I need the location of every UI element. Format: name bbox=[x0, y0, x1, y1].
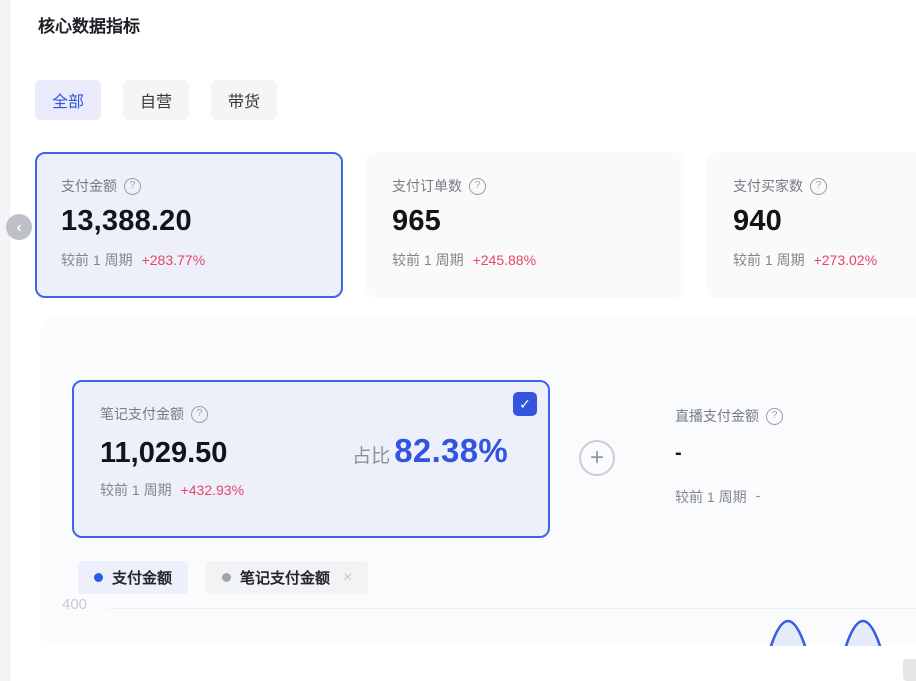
compare-label: 较前 1 周期 bbox=[392, 250, 464, 270]
floating-widget-edge[interactable] bbox=[903, 659, 916, 681]
metric-value: 940 bbox=[733, 205, 916, 238]
metric-label: 支付买家数 bbox=[733, 176, 803, 196]
metric-card-payment-orders[interactable]: 支付订单数 ? 965 较前 1 周期 +245.88% bbox=[366, 152, 684, 298]
compare-label: 较前 1 周期 bbox=[61, 250, 133, 270]
metric-card-payment-buyers[interactable]: 支付买家数 ? 940 较前 1 周期 +273.02% bbox=[707, 152, 916, 298]
breakdown-card-note-payment[interactable]: ✓ 笔记支付金额 ? 11,029.50 占比 82.38% 较前 1 周期 +… bbox=[72, 380, 550, 538]
compare-label: 较前 1 周期 bbox=[675, 487, 747, 507]
chart-legend: 支付金额 笔记支付金额 × bbox=[78, 561, 368, 594]
breakdown-value-row: 11,029.50 占比 82.38% bbox=[100, 432, 548, 470]
metric-label: 支付金额 bbox=[61, 176, 117, 196]
metric-value: 965 bbox=[392, 205, 682, 238]
add-metric-button[interactable]: + bbox=[579, 440, 615, 476]
metric-compare-row: 较前 1 周期 +245.88% bbox=[392, 250, 682, 270]
metric-label-row: 支付买家数 ? bbox=[733, 176, 916, 196]
tab-self-operated[interactable]: 自营 bbox=[123, 80, 189, 120]
compare-label: 较前 1 周期 bbox=[733, 250, 805, 270]
tab-all[interactable]: 全部 bbox=[35, 80, 101, 120]
plus-icon: + bbox=[590, 446, 604, 470]
chevron-left-icon: ‹ bbox=[17, 219, 22, 236]
metric-label-row: 支付订单数 ? bbox=[392, 176, 682, 196]
change-value: +432.93% bbox=[181, 482, 244, 498]
metric-value: 13,388.20 bbox=[61, 205, 341, 238]
carousel-prev-button[interactable]: ‹ bbox=[6, 214, 32, 240]
breakdown-value: - bbox=[675, 442, 915, 465]
scope-tabs: 全部 自营 带货 bbox=[35, 80, 277, 120]
metric-compare-row: 较前 1 周期 +283.77% bbox=[61, 250, 341, 270]
compare-label: 较前 1 周期 bbox=[100, 480, 172, 500]
help-icon[interactable]: ? bbox=[766, 408, 783, 425]
page-title: 核心数据指标 bbox=[38, 12, 140, 37]
breakdown-label: 直播支付金额 bbox=[675, 406, 759, 426]
metric-compare-row: 较前 1 周期 +273.02% bbox=[733, 250, 916, 270]
change-value: - bbox=[756, 487, 761, 507]
chart-gridline bbox=[108, 608, 916, 609]
y-axis-tick-400: 400 bbox=[62, 596, 87, 613]
checkbox-checked[interactable]: ✓ bbox=[513, 392, 537, 416]
check-icon: ✓ bbox=[519, 396, 531, 413]
legend-label: 支付金额 bbox=[112, 567, 172, 588]
breakdown-compare-row: 较前 1 周期 +432.93% bbox=[100, 480, 548, 500]
legend-item-note-payment-amount[interactable]: 笔记支付金额 × bbox=[206, 561, 368, 594]
metric-label-row: 支付金额 ? bbox=[61, 176, 341, 196]
breakdown-label: 笔记支付金额 bbox=[100, 404, 184, 424]
legend-dot-icon bbox=[222, 573, 231, 582]
breakdown-compare-row: 较前 1 周期 - bbox=[675, 487, 915, 507]
page-left-divider bbox=[0, 0, 10, 681]
help-icon[interactable]: ? bbox=[810, 178, 827, 195]
close-icon[interactable]: × bbox=[343, 569, 352, 587]
legend-dot-icon bbox=[94, 573, 103, 582]
help-icon[interactable]: ? bbox=[469, 178, 486, 195]
breakdown-card-live-payment[interactable]: 直播支付金额 ? - 较前 1 周期 - bbox=[655, 380, 915, 538]
share-label: 占比 bbox=[352, 441, 390, 468]
metric-label: 支付订单数 bbox=[392, 176, 462, 196]
legend-item-payment-amount[interactable]: 支付金额 bbox=[78, 561, 188, 594]
change-value: +245.88% bbox=[473, 252, 536, 268]
help-icon[interactable]: ? bbox=[191, 406, 208, 423]
share-value: 82.38% bbox=[394, 432, 508, 470]
help-icon[interactable]: ? bbox=[124, 178, 141, 195]
change-value: +273.02% bbox=[814, 252, 877, 268]
breakdown-value: 11,029.50 bbox=[100, 437, 227, 470]
breakdown-label-row: 直播支付金额 ? bbox=[675, 406, 915, 426]
tab-affiliate[interactable]: 带货 bbox=[211, 80, 277, 120]
metric-card-payment-amount[interactable]: 支付金额 ? 13,388.20 较前 1 周期 +283.77% bbox=[35, 152, 343, 298]
breakdown-label-row: 笔记支付金额 ? bbox=[100, 404, 548, 424]
change-value: +283.77% bbox=[142, 252, 205, 268]
legend-label: 笔记支付金额 bbox=[240, 567, 330, 588]
